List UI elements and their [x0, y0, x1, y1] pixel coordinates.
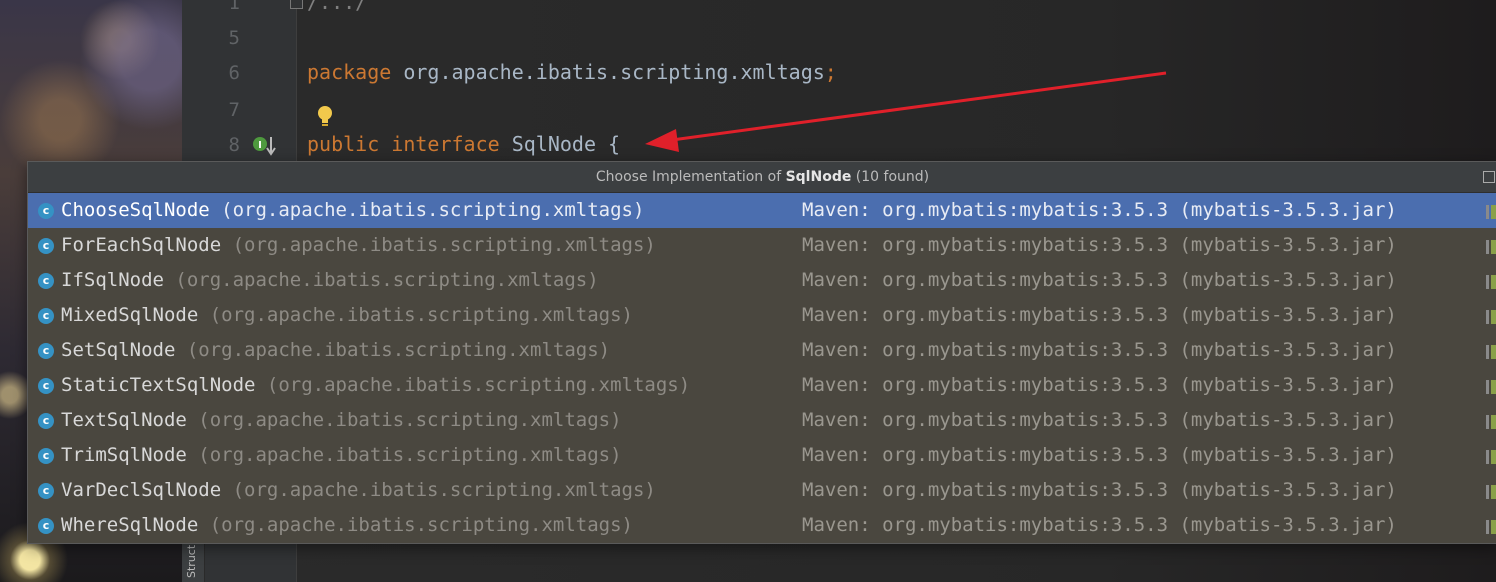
library-location: Maven: org.mybatis:mybatis:3.5.3 (mybati…: [802, 339, 1397, 361]
class-name: ForEachSqlNode: [61, 234, 222, 256]
code-line-folded: /.../: [307, 0, 367, 14]
line-number: 8: [228, 134, 240, 156]
implementation-item[interactable]: c TrimSqlNode (org.apache.ibatis.scriptin…: [28, 438, 1496, 473]
implementation-item[interactable]: c IfSqlNode (org.apache.ibatis.scripting.…: [28, 263, 1496, 298]
jar-library-icon: [1486, 205, 1496, 219]
implementation-class: TrimSqlNode (org.apache.ibatis.scripting…: [61, 438, 622, 473]
class-package: (org.apache.ibatis.scripting.xmltags): [209, 199, 645, 221]
class-package: (org.apache.ibatis.scripting.xmltags): [163, 269, 599, 291]
library-location: Maven: org.mybatis:mybatis:3.5.3 (mybati…: [802, 444, 1397, 466]
jar-library-icon: [1486, 450, 1496, 464]
code-line-package: package org.apache.ibatis.scripting.xmlt…: [307, 60, 837, 84]
code-line-interface: public interface SqlNode {: [307, 132, 620, 156]
class-name: TrimSqlNode: [61, 444, 187, 466]
class-package: (org.apache.ibatis.scripting.xmltags): [198, 304, 633, 326]
jar-library-icon: [1486, 240, 1496, 254]
class-icon: c: [38, 238, 54, 254]
library-location: Maven: org.mybatis:mybatis:3.5.3 (mybati…: [802, 199, 1397, 221]
class-name: TextSqlNode: [61, 409, 187, 431]
line-number: 6: [228, 62, 240, 84]
implementation-item[interactable]: c WhereSqlNode (org.apache.ibatis.scripti…: [28, 508, 1496, 543]
implementation-item[interactable]: c MixedSqlNode (org.apache.ibatis.scripti…: [28, 298, 1496, 333]
structure-tool-tab[interactable]: Structure: [182, 527, 205, 582]
class-name: SetSqlNode: [61, 339, 176, 361]
class-icon: c: [38, 308, 54, 324]
class-name: StaticTextSqlNode: [61, 374, 256, 396]
interface-declaration[interactable]: SqlNode {: [500, 132, 620, 156]
class-icon: c: [38, 483, 54, 499]
class-icon: c: [38, 343, 54, 359]
implementation-item[interactable]: c TextSqlNode (org.apache.ibatis.scriptin…: [28, 403, 1496, 438]
intention-bulb-icon[interactable]: [314, 104, 336, 128]
library-location: Maven: org.mybatis:mybatis:3.5.3 (mybati…: [802, 374, 1397, 396]
popup-title-interface: SqlNode: [785, 169, 852, 185]
implementation-class: MixedSqlNode (org.apache.ibatis.scriptin…: [61, 298, 633, 333]
jar-library-icon: [1486, 345, 1496, 359]
implementation-class: SetSqlNode (org.apache.ibatis.scripting.…: [61, 333, 610, 368]
library-location: Maven: org.mybatis:mybatis:3.5.3 (mybati…: [802, 304, 1397, 326]
jar-library-icon: [1486, 275, 1496, 289]
choose-implementation-popup[interactable]: Choose Implementation of SqlNode (10 fou…: [27, 161, 1496, 544]
implementation-item[interactable]: c VarDeclSqlNode (org.apache.ibatis.scrip…: [28, 473, 1496, 508]
class-icon: c: [38, 518, 54, 534]
implementation-class: IfSqlNode (org.apache.ibatis.scripting.x…: [61, 263, 599, 298]
class-name: IfSqlNode: [61, 269, 164, 291]
line-number: 5: [228, 27, 240, 49]
library-location: Maven: org.mybatis:mybatis:3.5.3 (mybati…: [802, 234, 1397, 256]
class-package: (org.apache.ibatis.scripting.xmltags): [255, 374, 691, 396]
library-location: Maven: org.mybatis:mybatis:3.5.3 (mybati…: [802, 409, 1397, 431]
class-package: (org.apache.ibatis.scripting.xmltags): [221, 479, 656, 501]
implementation-item[interactable]: c ForEachSqlNode (org.apache.ibatis.scrip…: [28, 228, 1496, 263]
class-name: MixedSqlNode: [61, 304, 199, 326]
pin-icon[interactable]: [1483, 171, 1495, 183]
semicolon: ;: [824, 60, 837, 84]
implementation-class: WhereSqlNode (org.apache.ibatis.scriptin…: [61, 508, 633, 543]
implemented-gutter-icon[interactable]: I: [252, 134, 278, 160]
fold-toggle-icon[interactable]: [290, 0, 303, 9]
jar-library-icon: [1486, 520, 1496, 534]
class-package: (org.apache.ibatis.scripting.xmltags): [175, 339, 611, 361]
class-package: (org.apache.ibatis.scripting.xmltags): [186, 444, 622, 466]
jar-library-icon: [1486, 380, 1496, 394]
class-icon: c: [38, 448, 54, 464]
implementation-item[interactable]: c StaticTextSqlNode (org.apache.ibatis.sc…: [28, 368, 1496, 403]
popup-title-prefix: Choose Implementation of: [595, 169, 786, 185]
implementation-class: StaticTextSqlNode (org.apache.ibatis.scr…: [61, 368, 690, 403]
class-icon: c: [38, 378, 54, 394]
class-package: (org.apache.ibatis.scripting.xmltags): [221, 234, 656, 256]
class-package: (org.apache.ibatis.scripting.xmltags): [198, 514, 633, 536]
jar-library-icon: [1486, 415, 1496, 429]
library-location: Maven: org.mybatis:mybatis:3.5.3 (mybati…: [802, 479, 1397, 501]
implementation-class: ForEachSqlNode (org.apache.ibatis.script…: [61, 228, 656, 263]
jar-library-icon: [1486, 310, 1496, 324]
package-name: org.apache.ibatis.scripting.xmltags: [391, 60, 825, 84]
class-name: WhereSqlNode: [61, 514, 199, 536]
implementation-class: TextSqlNode (org.apache.ibatis.scripting…: [61, 403, 622, 438]
line-number: 7: [228, 99, 240, 121]
folded-comment[interactable]: /.../: [307, 0, 367, 14]
line-number: 1: [228, 0, 240, 14]
popup-title: Choose Implementation of SqlNode (10 fou…: [28, 162, 1496, 193]
class-icon: c: [38, 203, 54, 219]
library-location: Maven: org.mybatis:mybatis:3.5.3 (mybati…: [802, 514, 1397, 536]
keyword-public: public: [307, 132, 380, 156]
keyword-package: package: [307, 60, 392, 84]
implementation-item[interactable]: c ChooseSqlNode (org.apache.ibatis.script…: [28, 193, 1496, 228]
implementation-class: ChooseSqlNode (org.apache.ibatis.scripti…: [61, 193, 644, 228]
implementation-list[interactable]: c ChooseSqlNode (org.apache.ibatis.script…: [28, 193, 1496, 543]
class-package: (org.apache.ibatis.scripting.xmltags): [186, 409, 622, 431]
class-icon: c: [38, 413, 54, 429]
implementation-class: VarDeclSqlNode (org.apache.ibatis.script…: [61, 473, 656, 508]
library-location: Maven: org.mybatis:mybatis:3.5.3 (mybati…: [802, 269, 1397, 291]
jar-library-icon: [1486, 485, 1496, 499]
class-name: VarDeclSqlNode: [61, 479, 222, 501]
svg-text:I: I: [258, 140, 262, 151]
class-icon: c: [38, 273, 54, 289]
class-name: ChooseSqlNode: [61, 199, 210, 221]
implementation-item[interactable]: c SetSqlNode (org.apache.ibatis.scripting…: [28, 333, 1496, 368]
keyword-interface: interface: [391, 132, 500, 156]
popup-title-count: (10 found): [851, 169, 930, 185]
